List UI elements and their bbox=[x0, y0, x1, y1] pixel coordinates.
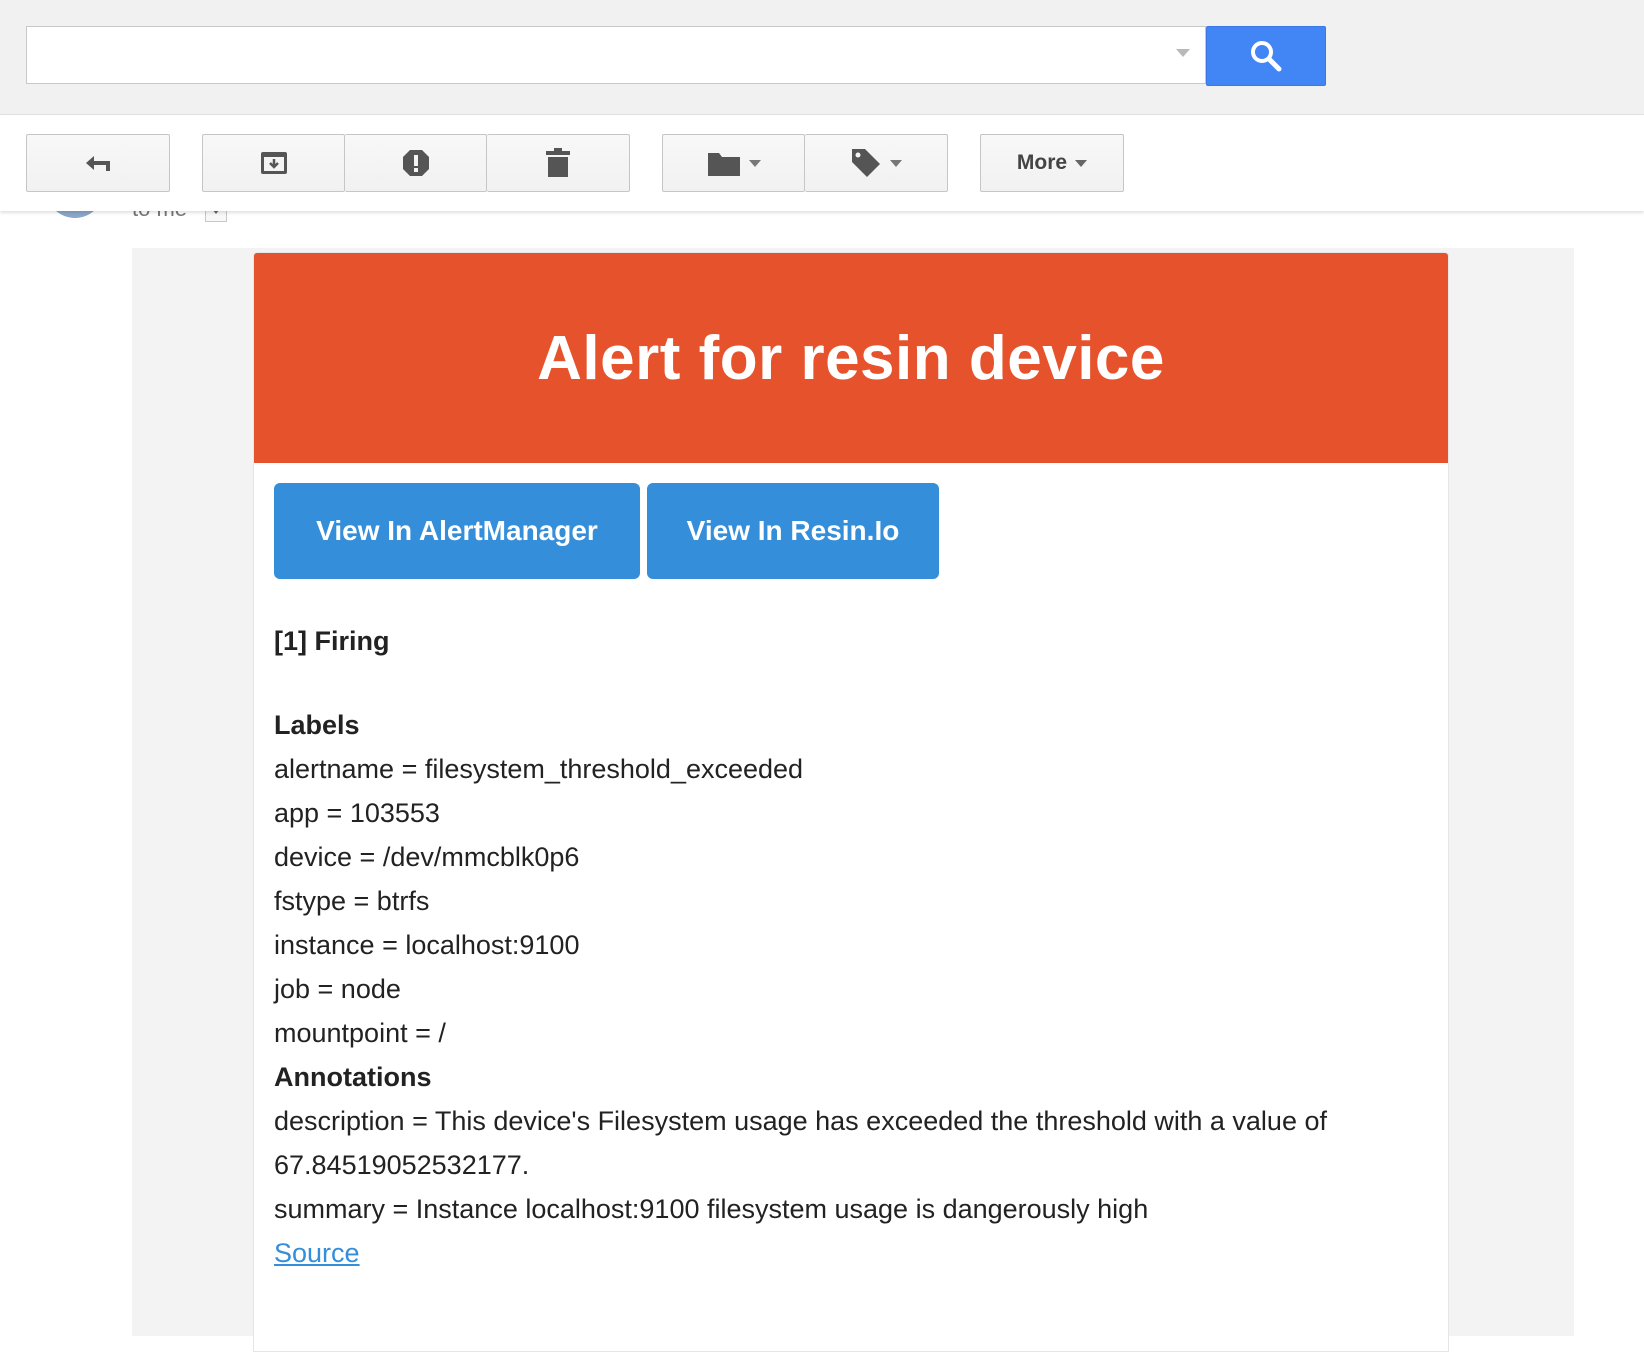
more-button[interactable]: More bbox=[980, 134, 1124, 192]
alert-title: Alert for resin device bbox=[537, 323, 1165, 393]
search-input[interactable] bbox=[26, 26, 1206, 84]
more-label: More bbox=[1016, 151, 1068, 174]
move-to-button[interactable] bbox=[662, 134, 805, 192]
email-body-frame: Alert for resin device View In AlertMana… bbox=[132, 248, 1574, 1352]
archive-icon bbox=[260, 152, 287, 174]
search-header bbox=[0, 0, 1644, 115]
chevron-down-icon bbox=[1075, 159, 1088, 167]
chevron-down-icon bbox=[748, 159, 761, 167]
label-row: mountpoint = / bbox=[274, 1018, 446, 1048]
labels-heading: Labels bbox=[274, 710, 360, 740]
label-tag-icon bbox=[852, 149, 880, 177]
label-row: app = 103553 bbox=[274, 798, 440, 828]
annotation-row: summary = Instance localhost:9100 filesy… bbox=[274, 1194, 1149, 1224]
back-button[interactable] bbox=[26, 134, 170, 192]
trash-icon bbox=[546, 148, 570, 177]
search-icon bbox=[1251, 41, 1282, 72]
label-row: instance = localhost:9100 bbox=[274, 930, 580, 960]
alert-email-card: Alert for resin device View In AlertMana… bbox=[253, 252, 1449, 1352]
annotations-heading: Annotations bbox=[274, 1062, 432, 1092]
spam-warning-icon bbox=[402, 150, 429, 176]
back-arrow-icon bbox=[86, 156, 110, 171]
label-row: fstype = btrfs bbox=[274, 886, 430, 916]
firing-status: [1] Firing bbox=[274, 626, 390, 656]
message-toolbar: More bbox=[0, 115, 1644, 211]
label-row: job = node bbox=[274, 974, 401, 1004]
search-options-dropdown[interactable] bbox=[1176, 49, 1190, 57]
search-button[interactable] bbox=[1206, 26, 1326, 86]
labels-button[interactable] bbox=[805, 134, 948, 192]
delete-button[interactable] bbox=[487, 134, 630, 192]
annotation-row: 67.84519052532177. bbox=[274, 1150, 530, 1180]
alert-banner: Alert for resin device bbox=[254, 253, 1448, 463]
view-in-alertmanager-button[interactable]: View In AlertManager bbox=[274, 483, 640, 579]
archive-button[interactable] bbox=[202, 134, 345, 192]
label-row: device = /dev/mmcblk0p6 bbox=[274, 842, 580, 872]
label-row: alertname = filesystem_threshold_exceede… bbox=[274, 754, 804, 784]
annotation-row: description = This device's Filesystem u… bbox=[274, 1106, 1327, 1136]
alert-details: [1] Firing Labels alertname = filesystem… bbox=[274, 619, 1424, 1275]
view-in-resin-button[interactable]: View In Resin.Io bbox=[647, 483, 939, 579]
report-spam-button[interactable] bbox=[345, 134, 487, 192]
source-link[interactable]: Source bbox=[274, 1238, 360, 1268]
folder-icon bbox=[707, 153, 740, 176]
chevron-down-icon bbox=[890, 159, 902, 167]
